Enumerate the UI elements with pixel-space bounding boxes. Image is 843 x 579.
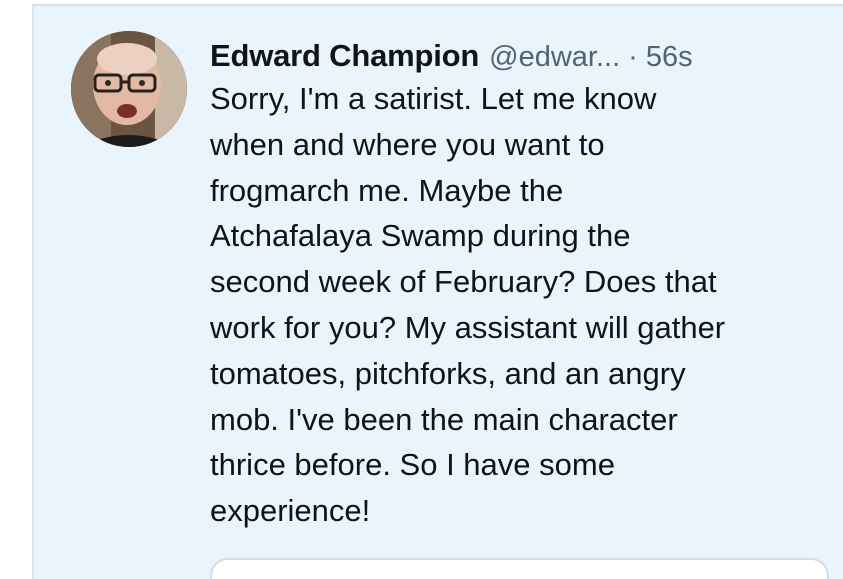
tweet-text-line: tomatoes, pitchforks, and an angry	[210, 355, 686, 391]
tweet-header: Edward Champion @edwar... · 56s	[210, 30, 840, 82]
quoted-tweet-box[interactable]	[210, 558, 829, 579]
tweet-text: Sorry, I'm a satirist. Let me know when …	[210, 76, 840, 534]
screenshot-canvas: Edward Champion @edwar... · 56s Sorry, I…	[0, 0, 843, 579]
tweet-text-line: second week of February? Does that	[210, 264, 717, 300]
tweet-text-line: Atchafalaya Swamp during the	[210, 218, 631, 254]
tweet-text-line: when and where you want to	[210, 126, 605, 162]
tweet-text-line: frogmarch me. Maybe the	[210, 172, 564, 208]
tweet-text-line: mob. I've been the main character	[210, 401, 678, 437]
tweet-text-line: Sorry, I'm a satirist. Let me know	[210, 81, 657, 116]
tweet-text-line: work for you? My assistant will gather	[210, 309, 726, 345]
tweet-body: Edward Champion @edwar... · 56s Sorry, I…	[210, 30, 840, 534]
avatar[interactable]	[71, 31, 187, 147]
author-display-name[interactable]: Edward Champion	[210, 30, 479, 82]
tweet-card[interactable]: Edward Champion @edwar... · 56s Sorry, I…	[32, 4, 843, 579]
avatar-image	[71, 31, 187, 147]
tweet-text-line: experience!	[210, 493, 371, 529]
tweet-text-line: thrice before. So I have some	[210, 447, 615, 483]
